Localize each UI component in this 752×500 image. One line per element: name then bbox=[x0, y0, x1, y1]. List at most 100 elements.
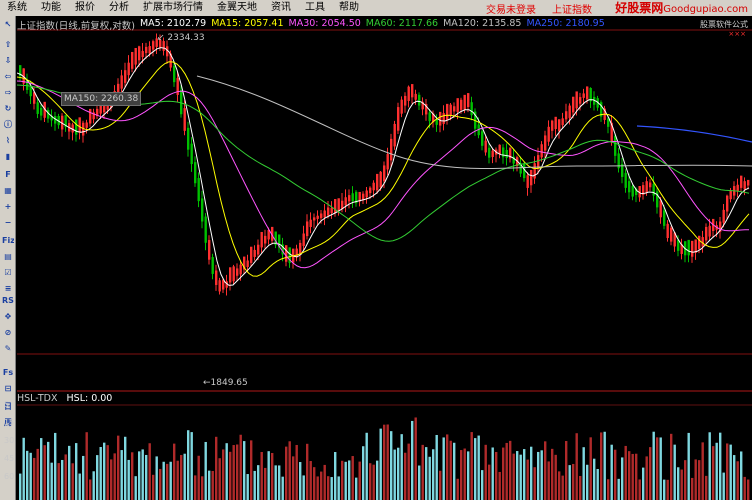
menu-function[interactable]: 功能 bbox=[34, 0, 68, 16]
volume-bar bbox=[264, 467, 267, 500]
right-arrow-icon[interactable]: ⇨ bbox=[2, 86, 14, 99]
volume-bar bbox=[439, 470, 442, 500]
candle-body bbox=[691, 240, 694, 257]
info-icon[interactable]: ⓘ bbox=[2, 118, 14, 131]
volume-bar bbox=[89, 479, 92, 500]
candle-body bbox=[740, 175, 743, 188]
volume-bar bbox=[642, 467, 645, 500]
zoom-in-icon[interactable]: + bbox=[2, 200, 14, 213]
down-arrow-icon[interactable]: ⇩ bbox=[2, 54, 14, 67]
cursor-icon[interactable]: ↖ bbox=[2, 18, 14, 31]
volume-bar bbox=[551, 448, 554, 500]
ma-legend: 上证指数(日线,前复权,对数) MA5: 2102.79 MA15: 2057.… bbox=[17, 18, 610, 32]
volume-bar bbox=[586, 464, 589, 500]
refresh-icon[interactable]: ↻ bbox=[2, 102, 14, 115]
fs-icon[interactable]: Fs bbox=[2, 366, 14, 379]
candle-body bbox=[670, 227, 673, 242]
candle-body bbox=[418, 94, 421, 106]
volume-bar bbox=[152, 474, 155, 500]
candle-body bbox=[537, 155, 540, 169]
volume-bar bbox=[285, 446, 288, 500]
candle-body bbox=[505, 149, 508, 158]
volume-bar bbox=[372, 464, 375, 500]
candle-body bbox=[183, 108, 186, 131]
volume-bar bbox=[414, 417, 417, 500]
volume-bar bbox=[47, 441, 50, 500]
pen-icon[interactable]: ✎ bbox=[2, 342, 14, 355]
volume-bar bbox=[670, 433, 673, 500]
candle-body bbox=[614, 136, 617, 156]
stop-icon[interactable]: ⊘ bbox=[2, 326, 14, 339]
volume-bar bbox=[183, 453, 186, 500]
volume-bar bbox=[460, 450, 463, 500]
candle-body bbox=[246, 260, 249, 267]
volume-bar bbox=[418, 465, 421, 500]
volume-bar bbox=[138, 451, 141, 500]
kline-icon[interactable]: ⊟ bbox=[2, 382, 14, 395]
menu-quote[interactable]: 报价 bbox=[68, 0, 102, 16]
volume-bar bbox=[57, 463, 60, 500]
volume-bar bbox=[691, 477, 694, 500]
candle-body bbox=[180, 90, 183, 115]
candle-body bbox=[705, 226, 708, 241]
volume-bar bbox=[155, 456, 158, 500]
menu-extended-market[interactable]: 扩展市场行情 bbox=[136, 0, 210, 16]
volume-bar bbox=[218, 458, 221, 500]
candle-body bbox=[404, 95, 407, 106]
candle-body bbox=[400, 99, 403, 114]
table-icon[interactable]: ▦ bbox=[2, 184, 14, 197]
candle-body bbox=[547, 126, 550, 142]
ma15-value: MA15: 2057.41 bbox=[211, 18, 284, 29]
candle-body bbox=[127, 62, 130, 76]
candle-body bbox=[411, 84, 414, 98]
low-price-label: ←1849.65 bbox=[203, 378, 248, 388]
candle-body bbox=[484, 140, 487, 153]
menu-news[interactable]: 资讯 bbox=[264, 0, 298, 16]
bar-chart-icon[interactable]: ▮ bbox=[2, 150, 14, 163]
candle-body bbox=[201, 198, 204, 222]
menu-analysis[interactable]: 分析 bbox=[102, 0, 136, 16]
volume-bar bbox=[628, 451, 631, 500]
volume-bar bbox=[624, 445, 627, 500]
kline-chart[interactable] bbox=[17, 16, 752, 500]
rsi-icon[interactable]: RSI bbox=[2, 294, 14, 307]
calc-icon[interactable]: ☑ bbox=[2, 266, 14, 279]
up-arrow-icon[interactable]: ⇧ bbox=[2, 38, 14, 51]
volume-bar bbox=[638, 479, 641, 500]
candle-body bbox=[481, 131, 484, 146]
line-chart-icon[interactable]: ⌇ bbox=[2, 134, 14, 147]
chart-area[interactable]: 上证指数(日线,前复权,对数) MA5: 2102.79 MA15: 2057.… bbox=[17, 16, 752, 500]
grid-icon[interactable]: ▤ bbox=[2, 250, 14, 263]
candle-body bbox=[253, 249, 256, 257]
volume-bar bbox=[26, 450, 29, 500]
left-arrow-icon[interactable]: ⇦ bbox=[2, 70, 14, 83]
volume-bar bbox=[446, 434, 449, 500]
volume-bar bbox=[635, 453, 638, 500]
chart-title: 上证指数(日线,前复权,对数) bbox=[17, 21, 135, 32]
candle-body bbox=[393, 123, 396, 147]
menu-jinyi[interactable]: 金翼天地 bbox=[210, 0, 264, 16]
menu-system[interactable]: 系统 bbox=[0, 0, 34, 16]
move-icon[interactable]: ✥ bbox=[2, 310, 14, 323]
volume-tick-5: 5 bbox=[4, 400, 10, 409]
candle-body bbox=[299, 242, 302, 254]
volume-bar bbox=[533, 467, 536, 500]
volume-bar bbox=[537, 451, 540, 500]
menu-help[interactable]: 帮助 bbox=[332, 0, 366, 16]
volume-bar bbox=[540, 450, 543, 500]
volume-bar bbox=[50, 462, 53, 500]
menu-tools[interactable]: 工具 bbox=[298, 0, 332, 16]
index-link[interactable]: 上证指数 bbox=[552, 1, 592, 16]
f10-icon[interactable]: F bbox=[2, 168, 14, 181]
zoom-out-icon[interactable]: − bbox=[2, 216, 14, 229]
volume-bar bbox=[733, 455, 736, 500]
volume-bar bbox=[568, 465, 571, 500]
candle-body bbox=[124, 70, 127, 83]
login-status-link[interactable]: 交易未登录 bbox=[486, 1, 536, 16]
candle-body bbox=[540, 144, 543, 158]
volume-bar bbox=[85, 432, 88, 500]
volume-bar bbox=[659, 437, 662, 500]
volume-bar bbox=[250, 440, 253, 500]
candle-body bbox=[302, 233, 305, 246]
fiz-icon[interactable]: Fiz bbox=[2, 234, 14, 247]
